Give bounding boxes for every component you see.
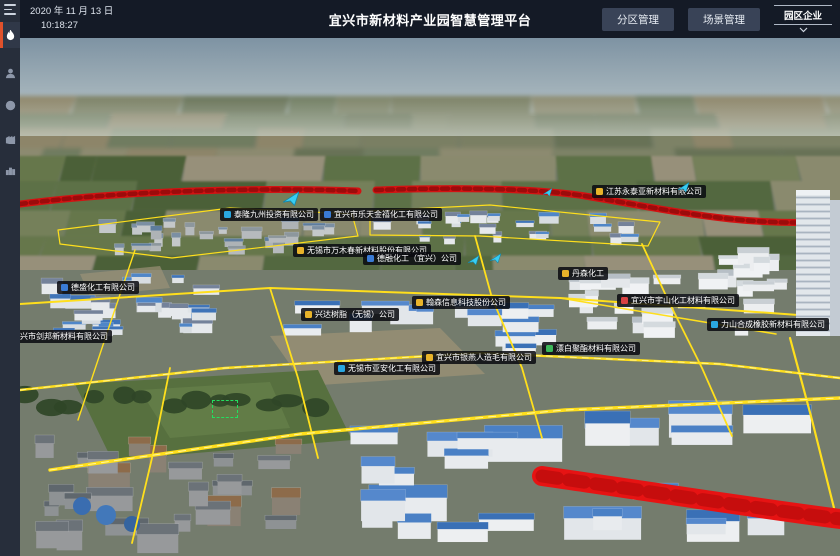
company-label-text: 德融化工（宜兴）公司 — [377, 255, 457, 263]
company-label[interactable]: 德融化工（宜兴）公司 — [363, 252, 461, 265]
company-label-text: 宜兴市宇山化工材料有限公司 — [631, 297, 735, 305]
company-marker-icon — [367, 255, 374, 262]
menu-icon[interactable] — [4, 4, 16, 15]
company-label-text: 兴达树脂（无锡）公司 — [315, 311, 395, 319]
aircraft-marker[interactable] — [468, 253, 479, 271]
scene-management-button[interactable]: 场景管理 — [688, 8, 760, 31]
aircraft-marker[interactable] — [543, 184, 552, 202]
company-label-text: 兴市剑邦新材料有限公司 — [20, 333, 108, 341]
company-marker-icon — [416, 299, 423, 306]
aircraft-icon — [468, 255, 479, 266]
company-marker-icon — [61, 284, 68, 291]
company-label-text: 力山合成橡胶新材料有限公司 — [721, 321, 825, 329]
dropdown-label: 园区企业 — [784, 6, 822, 24]
company-label-text: 泰隆九州投资有限公司 — [234, 211, 314, 219]
company-label[interactable]: 丹森化工 — [558, 267, 608, 280]
company-marker-icon — [546, 345, 553, 352]
company-label-text: 无锡市亚安化工有限公司 — [348, 365, 436, 373]
aircraft-icon — [678, 182, 689, 193]
bar-chart-icon — [5, 165, 16, 176]
company-label[interactable]: 宜兴市宇山化工材料有限公司 — [617, 294, 739, 307]
company-marker-icon — [426, 354, 433, 361]
company-label[interactable]: 德盛化工有限公司 — [57, 281, 139, 294]
company-marker-icon — [621, 297, 628, 304]
smart-park-platform: 2020 年 11 月 13 日 10:18:27 宜兴市新材料产业园智慧管理平… — [0, 0, 840, 556]
top-header: 2020 年 11 月 13 日 10:18:27 宜兴市新材料产业园智慧管理平… — [20, 0, 840, 38]
chevron-down-icon — [799, 27, 808, 33]
aircraft-icon — [543, 188, 552, 197]
selection-box — [212, 400, 238, 418]
company-label-text: 德盛化工有限公司 — [71, 284, 135, 292]
sidebar-item-user[interactable] — [0, 60, 20, 86]
company-label-text: 翰森信息科技股份公司 — [426, 299, 506, 307]
company-marker-icon — [324, 211, 331, 218]
company-label[interactable]: 漂白聚酯材料有限公司 — [542, 342, 640, 355]
company-label[interactable]: 兴达树脂（无锡）公司 — [301, 308, 399, 321]
company-label[interactable]: 兴市剑邦新材料有限公司 — [20, 330, 112, 343]
company-marker-icon — [338, 365, 345, 372]
company-label[interactable]: 力山合成橡胶新材料有限公司 — [707, 318, 829, 331]
company-label-text: 漂白聚酯材料有限公司 — [556, 345, 636, 353]
company-marker-icon — [297, 247, 304, 254]
aircraft-marker[interactable] — [283, 191, 299, 212]
aircraft-icon — [490, 253, 501, 264]
company-label[interactable]: 无锡市亚安化工有限公司 — [334, 362, 440, 375]
aircraft-icon — [283, 191, 299, 207]
sidebar-item-stats[interactable] — [0, 157, 20, 183]
flame-icon — [5, 30, 16, 41]
sidebar-item-gauge[interactable] — [0, 92, 20, 118]
sidebar — [0, 0, 20, 556]
factory-icon — [5, 133, 16, 144]
park-enterprises-dropdown[interactable]: 园区企业 — [774, 5, 832, 33]
highrise-tower — [796, 190, 840, 336]
sidebar-item-fire[interactable] — [0, 22, 20, 48]
header-actions: 分区管理 场景管理 园区企业 — [602, 0, 832, 38]
company-label-text: 宜兴市银燕人造毛有限公司 — [436, 354, 532, 362]
zone-management-button[interactable]: 分区管理 — [602, 8, 674, 31]
map-3d-view[interactable]: 泰隆九州投资有限公司宜兴市乐天金禧化工有限公司无锡市万木春新材料股份有限公司德融… — [20, 38, 840, 556]
company-label[interactable]: 翰森信息科技股份公司 — [412, 296, 510, 309]
company-label-text: 宜兴市乐天金禧化工有限公司 — [334, 211, 438, 219]
aircraft-marker[interactable] — [678, 180, 689, 198]
company-label[interactable]: 宜兴市乐天金禧化工有限公司 — [320, 208, 442, 221]
gauge-icon — [5, 100, 16, 111]
sidebar-item-factory[interactable] — [0, 125, 20, 151]
user-icon — [5, 68, 16, 79]
company-label-text: 丹森化工 — [572, 270, 604, 278]
company-marker-icon — [711, 321, 718, 328]
divider — [774, 24, 832, 25]
company-marker-icon — [224, 211, 231, 218]
aircraft-marker[interactable] — [490, 251, 501, 269]
company-marker-icon — [305, 311, 312, 318]
company-marker-icon — [562, 270, 569, 277]
company-label[interactable]: 泰隆九州投资有限公司 — [220, 208, 318, 221]
company-marker-icon — [596, 188, 603, 195]
